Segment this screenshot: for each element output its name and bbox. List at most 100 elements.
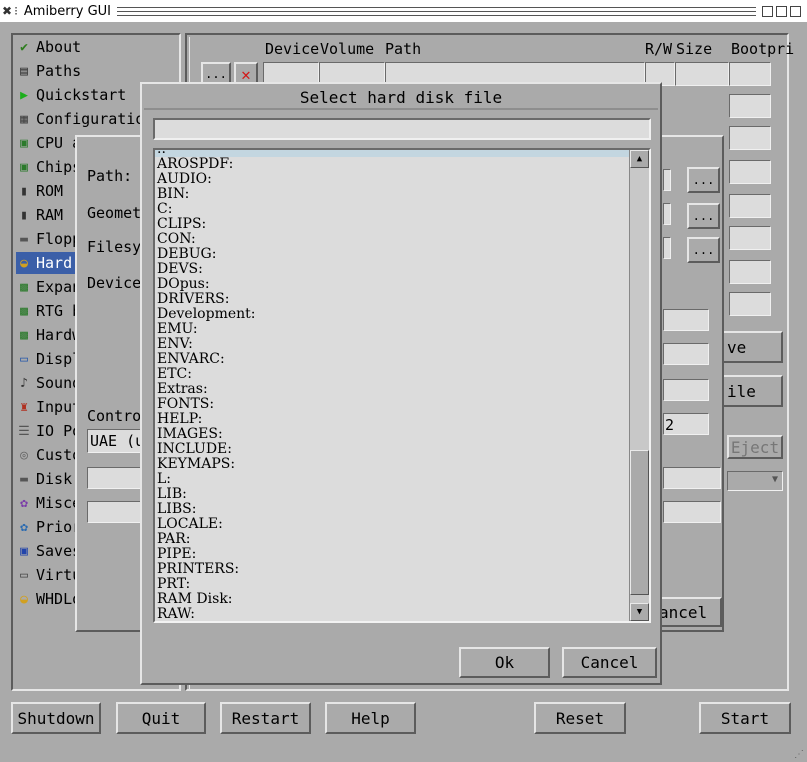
save-icon: ▣ (20, 543, 28, 559)
unit-field[interactable] (663, 467, 721, 489)
cd-select-dropdown[interactable]: ▼ (727, 471, 783, 491)
file-list-items: .. AROSPDF: AUDIO: BIN: C: CLIPS: CON: DEBUG: DE… (155, 150, 631, 622)
window-close-icon[interactable] (790, 5, 801, 17)
geometry-browse-button[interactable]: ... (687, 203, 720, 229)
expansion-icon: ▩ (20, 279, 28, 295)
surfaces-field[interactable] (663, 343, 709, 365)
list-item[interactable]: AUDIO: (155, 172, 631, 187)
sidebar-item[interactable]: ▤ Paths (16, 60, 180, 82)
controller-select[interactable]: UAE (u (87, 429, 147, 453)
play-icon: ▶ (20, 87, 28, 103)
list-item[interactable]: C: (155, 202, 631, 217)
list-item[interactable]: LOCALE: (155, 517, 631, 532)
minimize-icon[interactable] (762, 5, 773, 17)
ok-button[interactable]: Ok (459, 647, 550, 678)
list-item[interactable]: PIPE: (155, 547, 631, 562)
help-button[interactable]: Help (325, 702, 416, 734)
start-button[interactable]: Start (699, 702, 791, 734)
list-item[interactable]: INCLUDE: (155, 442, 631, 457)
hardware-icon: ▩ (20, 327, 28, 343)
list-item[interactable]: HELP: (155, 412, 631, 427)
list-item[interactable]: LIB: (155, 487, 631, 502)
reset-button[interactable]: Reset (534, 702, 626, 734)
column-volume: Volume (320, 40, 375, 58)
config-icon: ▦ (20, 111, 28, 127)
list-item[interactable]: BIN: (155, 187, 631, 202)
list-item[interactable]: DEVS: (155, 262, 631, 277)
priority-icon: ✿ (20, 519, 28, 535)
path-browse-button[interactable]: ... (687, 167, 720, 193)
file-path-input[interactable] (153, 118, 651, 140)
close-icon[interactable]: ✖ (2, 4, 12, 18)
path-field[interactable] (663, 169, 671, 191)
filesys-browse-button[interactable]: ... (687, 237, 720, 263)
list-item[interactable]: Extras: (155, 382, 631, 397)
rom-icon: ▮ (20, 183, 28, 199)
geometry-field[interactable] (663, 203, 671, 225)
column-bootpri: Bootpri (731, 40, 795, 58)
list-item[interactable]: AROSPDF: (155, 157, 631, 172)
checkmark-icon: ✔ (20, 39, 28, 55)
eject-button[interactable]: Eject (727, 435, 783, 459)
list-item[interactable]: LIBS: (155, 502, 631, 517)
bootpri-cell (729, 126, 771, 150)
list-item[interactable]: ETC: (155, 367, 631, 382)
device-field[interactable] (663, 309, 709, 331)
list-item[interactable]: RAW: (155, 607, 631, 622)
keyboard-icon: ▭ (20, 567, 28, 583)
list-item[interactable]: EMU: (155, 322, 631, 337)
column-size: Size (676, 40, 713, 58)
hardfile-cancel-button[interactable]: ancel (654, 597, 722, 627)
shutdown-button[interactable]: Shutdown (11, 702, 101, 734)
list-item[interactable]: DEBUG: (155, 247, 631, 262)
controller-type-field[interactable] (87, 501, 147, 523)
reserved-field[interactable] (663, 379, 709, 401)
disk-icon: ▬ (20, 471, 28, 487)
scrollbar-thumb[interactable] (630, 450, 649, 595)
blocksize-field[interactable]: 2 (663, 413, 709, 435)
type-field[interactable] (663, 501, 721, 523)
list-item[interactable]: CON: (155, 232, 631, 247)
list-item[interactable]: ENV: (155, 337, 631, 352)
window-title: Amiberry GUI (23, 3, 112, 19)
chip-icon: ▣ (20, 159, 28, 175)
whdload-icon: ◒ (20, 591, 28, 607)
list-item[interactable]: Development: (155, 307, 631, 322)
list-item[interactable]: DOpus: (155, 277, 631, 292)
harddrive-icon: ◒ (20, 255, 28, 271)
dialog-title: Select hard disk file (144, 86, 658, 110)
menu-icon[interactable]: ⁝ (14, 4, 18, 18)
filesys-field[interactable] (663, 237, 671, 259)
ram-icon: ▮ (20, 207, 28, 223)
list-item[interactable]: PRT: (155, 577, 631, 592)
title-bar-decoration (117, 6, 756, 16)
resize-grip-icon[interactable]: ⋰ (794, 749, 804, 760)
list-item[interactable]: FONTS: (155, 397, 631, 412)
bootpri-cell (729, 62, 771, 86)
scroll-down-icon[interactable]: ▼ (630, 603, 649, 621)
list-item[interactable]: IMAGES: (155, 427, 631, 442)
size-cell (675, 62, 729, 86)
maximize-icon[interactable] (776, 5, 787, 17)
list-item[interactable]: PAR: (155, 532, 631, 547)
list-item[interactable]: DRIVERS: (155, 292, 631, 307)
paths-icon: ▤ (20, 63, 28, 79)
gamepad-icon: ◎ (20, 447, 28, 463)
vertical-scrollbar[interactable]: ▲ ▼ (629, 150, 649, 621)
list-item[interactable]: CLIPS: (155, 217, 631, 232)
sidebar-item-label: RAM (36, 206, 64, 224)
list-item[interactable]: KEYMAPS: (155, 457, 631, 472)
list-item[interactable]: PRINTERS: (155, 562, 631, 577)
sidebar-item[interactable]: ✔ About (16, 36, 180, 58)
scroll-up-icon[interactable]: ▲ (630, 150, 649, 168)
restart-button[interactable]: Restart (220, 702, 311, 734)
column-device: Device (265, 40, 320, 58)
list-item[interactable]: ENVARC: (155, 352, 631, 367)
list-item[interactable]: RAM Disk: (155, 592, 631, 607)
list-item[interactable]: L: (155, 472, 631, 487)
cancel-button[interactable]: Cancel (562, 647, 657, 678)
file-list[interactable]: .. AROSPDF: AUDIO: BIN: C: CLIPS: CON: DEBUG: DE… (153, 148, 651, 623)
sound-icon: ♪ (20, 375, 28, 391)
controller-unit-field[interactable] (87, 467, 147, 489)
quit-button[interactable]: Quit (116, 702, 206, 734)
